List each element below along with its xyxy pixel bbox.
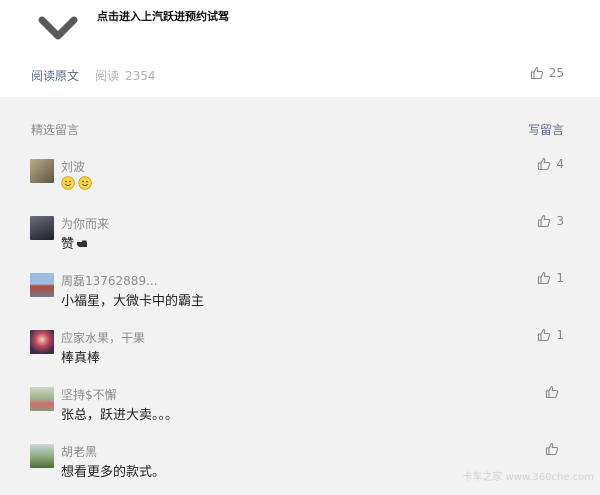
avatar[interactable]: [30, 159, 54, 183]
comment-nickname: 胡老黑: [61, 445, 98, 459]
test-drive-banner-link[interactable]: 点击进入上汽跃进预约试驾: [97, 8, 229, 24]
article-footer: 点击进入上汽跃进预约试驾 阅读原文 阅读 2354 25: [0, 0, 600, 97]
thumb-up-icon: [530, 66, 543, 80]
comment-like-button[interactable]: 4: [537, 157, 564, 171]
comment-like-button[interactable]: [545, 442, 564, 456]
read-count: 阅读 2354: [95, 67, 156, 84]
read-original-link[interactable]: 阅读原文: [31, 67, 79, 84]
article-like-count: 25: [548, 66, 564, 80]
comment-item: 周磊13762889... 小福星，大微卡中的霸主 1: [0, 267, 600, 324]
avatar[interactable]: [30, 444, 54, 468]
thumb-up-icon: [538, 214, 551, 228]
thumb-up-icon: [538, 157, 551, 171]
chevron-down-icon[interactable]: [38, 14, 78, 44]
comment-item: 刘波 4: [0, 153, 600, 210]
comment-like-count: 1: [556, 271, 564, 285]
thumb-up-icon: [545, 385, 559, 399]
read-count-value: 2354: [125, 69, 156, 83]
read-label: 阅读: [95, 69, 120, 83]
comment-text: 赞: [61, 237, 75, 252]
avatar[interactable]: [30, 387, 54, 411]
comment-nickname: 刘波: [61, 160, 86, 174]
comment-like-count: 1: [556, 328, 564, 342]
comment-text: 张总，跃进大卖。。。: [61, 408, 179, 423]
comment-like-button[interactable]: 1: [537, 328, 564, 342]
featured-comments-title: 精选留言: [31, 123, 80, 137]
comment-nickname: 坚持$不懈: [61, 388, 117, 402]
comment-nickname: 周磊13762889...: [61, 274, 158, 288]
thumb-up-icon: [538, 271, 551, 285]
comment-item: 为你而来 赞 3: [0, 210, 600, 267]
comment-content: 赞: [61, 233, 88, 252]
comment-like-button[interactable]: 1: [537, 271, 564, 285]
comment-text: 想看更多的款式。: [61, 465, 166, 480]
avatar[interactable]: [30, 216, 54, 240]
comment-content: 棒真棒: [61, 347, 100, 366]
write-comment-link[interactable]: 写留言: [528, 121, 564, 138]
comment-item: 坚持$不懈 张总，跃进大卖。。。: [0, 381, 600, 438]
comment-like-count: 3: [556, 214, 564, 228]
comment-item: 应家水果，干果 棒真棒 1: [0, 324, 600, 381]
comment-like-button[interactable]: [545, 385, 564, 399]
comment-content: 小福星，大微卡中的霸主: [61, 290, 204, 309]
thumb-up-icon: [545, 442, 559, 456]
smiley-emoji-icon: [61, 176, 75, 190]
smiley-emoji-icon: [78, 176, 92, 190]
comment-content: 想看更多的款式。: [61, 461, 165, 480]
comment-item: 胡老黑 想看更多的款式。: [0, 438, 600, 495]
article-like-button[interactable]: 25: [530, 66, 564, 80]
comment-text: 棒真棒: [61, 351, 101, 366]
comment-list: 刘波 4 为你而来 赞 3 周磊13762889... 小福星，大微卡中的霸主 …: [0, 153, 600, 495]
pointing-hand-emoji-icon: [77, 240, 88, 247]
comment-nickname: 为你而来: [61, 217, 110, 231]
comment-text: 小福星，大微卡中的霸主: [61, 294, 205, 309]
comment-like-count: 4: [556, 157, 564, 171]
comment-nickname: 应家水果，干果: [61, 331, 146, 345]
avatar[interactable]: [30, 273, 54, 297]
site-watermark: 卡车之家 www.360che.com: [462, 472, 594, 483]
comment-content: 张总，跃进大卖。。。: [61, 404, 178, 423]
comment-content: [61, 176, 95, 190]
thumb-up-icon: [538, 328, 551, 342]
avatar[interactable]: [30, 330, 54, 354]
comment-like-button[interactable]: 3: [537, 214, 564, 228]
